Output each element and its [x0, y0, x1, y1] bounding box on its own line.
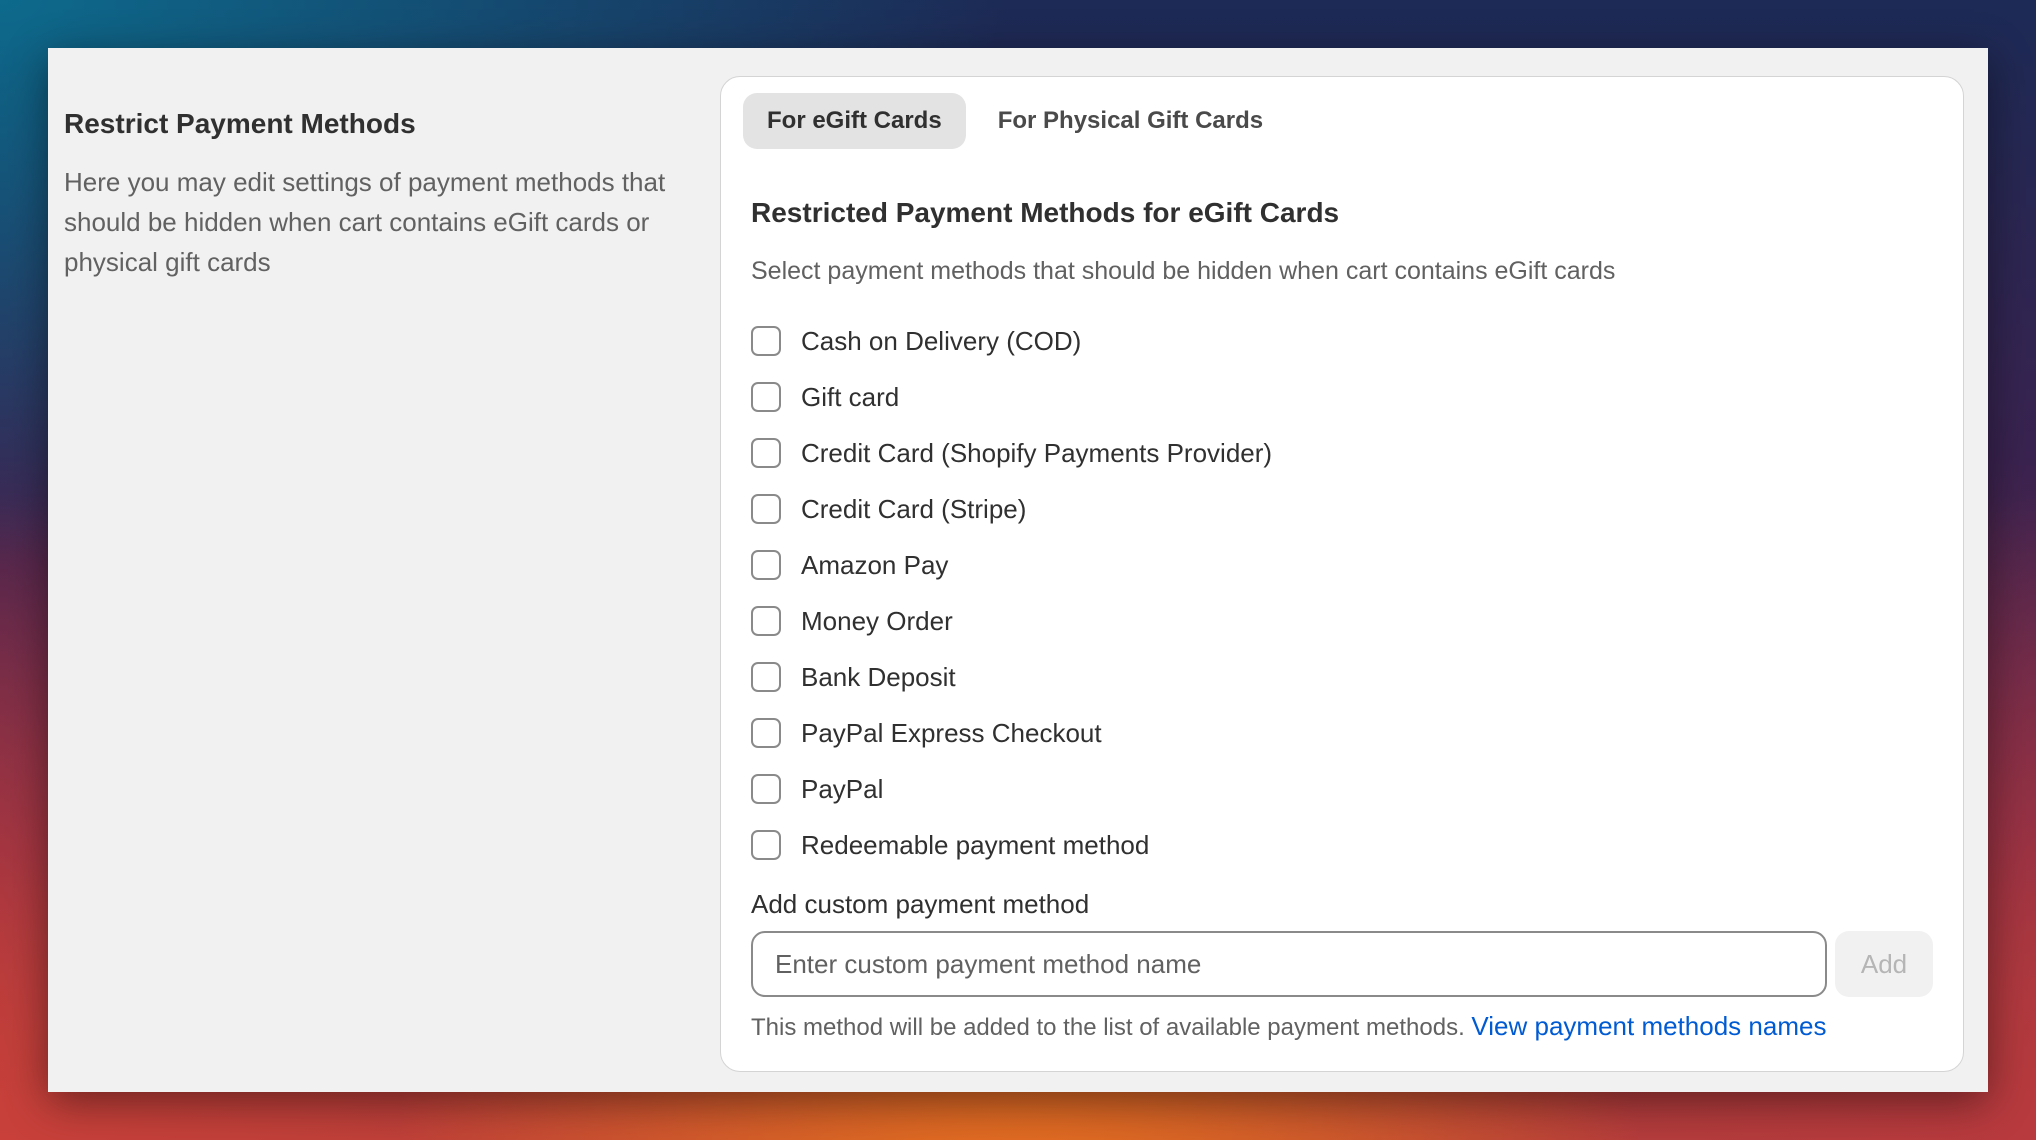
payment-method-option[interactable]: Amazon Pay: [751, 537, 1272, 593]
payment-method-label: PayPal Express Checkout: [801, 717, 1102, 748]
payment-method-option[interactable]: Credit Card (Stripe): [751, 481, 1272, 537]
tab-bar: For eGift Cards For Physical Gift Cards: [743, 93, 1287, 149]
settings-window: Restrict Payment Methods Here you may ed…: [48, 48, 1988, 1092]
custom-method-label: Add custom payment method: [751, 889, 1090, 919]
panel-title: Restricted Payment Methods for eGift Car…: [751, 197, 1340, 228]
payment-method-option[interactable]: Gift card: [751, 369, 1272, 425]
checkbox[interactable]: [751, 550, 781, 580]
payment-method-label: PayPal: [801, 773, 884, 804]
payment-method-label: Credit Card (Stripe): [801, 493, 1027, 524]
payment-method-list: Cash on Delivery (COD) Gift card Credit …: [751, 313, 1272, 873]
payment-method-option[interactable]: Credit Card (Shopify Payments Provider): [751, 425, 1272, 481]
checkbox[interactable]: [751, 382, 781, 412]
checkbox[interactable]: [751, 774, 781, 804]
tab-physical-gift-cards[interactable]: For Physical Gift Cards: [974, 93, 1287, 149]
payment-method-label: Credit Card (Shopify Payments Provider): [801, 437, 1273, 468]
payment-method-option[interactable]: PayPal Express Checkout: [751, 705, 1272, 761]
checkbox[interactable]: [751, 326, 781, 356]
payment-method-option[interactable]: Redeemable payment method: [751, 817, 1272, 873]
payment-method-label: Money Order: [801, 605, 953, 636]
custom-method-input[interactable]: [751, 931, 1827, 997]
payment-method-label: Redeemable payment method: [801, 829, 1150, 860]
checkbox[interactable]: [751, 830, 781, 860]
payment-method-label: Cash on Delivery (COD): [801, 325, 1082, 356]
payment-method-option[interactable]: PayPal: [751, 761, 1272, 817]
settings-card: For eGift Cards For Physical Gift Cards …: [720, 76, 1964, 1072]
section-description: Here you may edit settings of payment me…: [64, 167, 666, 277]
payment-method-label: Bank Deposit: [801, 661, 956, 692]
view-payment-methods-link[interactable]: View payment methods names: [1471, 1011, 1826, 1041]
payment-method-label: Amazon Pay: [801, 549, 949, 580]
checkbox[interactable]: [751, 718, 781, 748]
panel-subtitle: Select payment methods that should be hi…: [751, 257, 1616, 285]
helper-text: This method will be added to the list of…: [751, 1011, 1826, 1042]
payment-method-option[interactable]: Money Order: [751, 593, 1272, 649]
checkbox[interactable]: [751, 438, 781, 468]
add-button[interactable]: Add: [1835, 931, 1933, 997]
checkbox[interactable]: [751, 494, 781, 524]
payment-method-label: Gift card: [801, 381, 900, 412]
tab-egift-cards[interactable]: For eGift Cards: [743, 93, 966, 149]
section-intro: Restrict Payment Methods Here you may ed…: [64, 108, 684, 282]
payment-method-option[interactable]: Bank Deposit: [751, 649, 1272, 705]
helper-text-body: This method will be added to the list of…: [751, 1014, 1465, 1041]
payment-method-option[interactable]: Cash on Delivery (COD): [751, 313, 1272, 369]
checkbox[interactable]: [751, 606, 781, 636]
section-title: Restrict Payment Methods: [64, 108, 416, 139]
checkbox[interactable]: [751, 662, 781, 692]
